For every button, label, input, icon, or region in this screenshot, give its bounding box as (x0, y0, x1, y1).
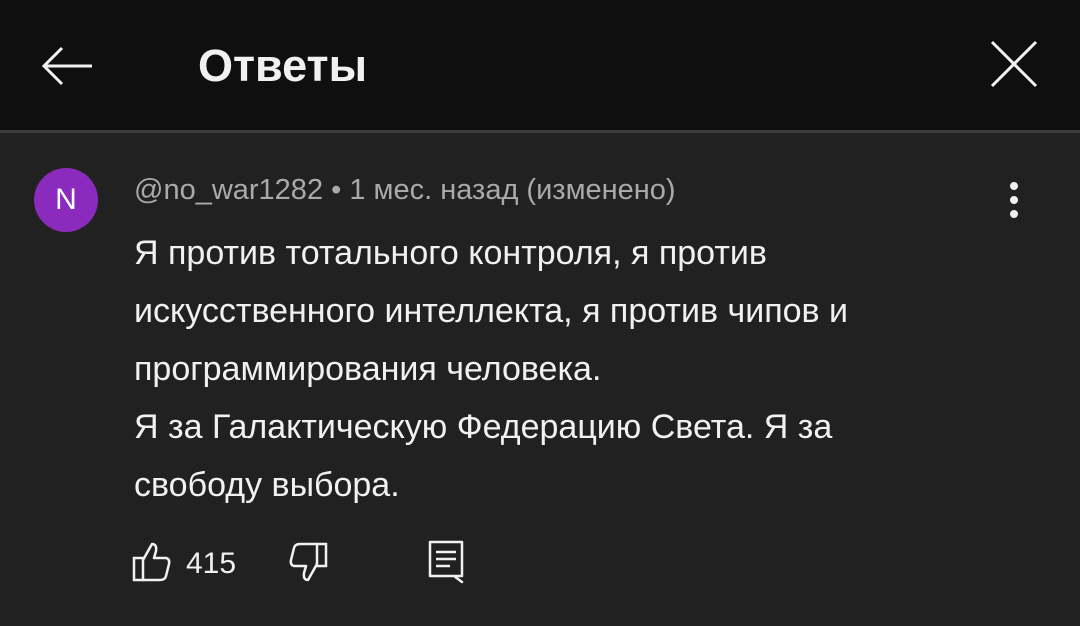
reply-button[interactable] (424, 536, 468, 586)
dislike-button[interactable] (286, 538, 330, 586)
more-options-button[interactable] (994, 176, 1034, 224)
comment-line: программирования человека. (134, 350, 602, 388)
comment-icon (428, 540, 464, 584)
comment-line: искусственного интеллекта, я против чипо… (134, 292, 849, 330)
app-header (0, 0, 1080, 130)
comment-text: Я против тотального контроля, я против и… (134, 224, 1014, 514)
close-icon (990, 40, 1038, 88)
close-button[interactable] (982, 32, 1046, 96)
like-count: 415 (186, 547, 237, 580)
comment-line: Я против тотального контроля, я против (134, 234, 767, 272)
comment-meta[interactable]: @no_war1282 • 1 мес. назад (изменено) (134, 170, 676, 210)
comment-line: свободу выбора. (134, 466, 400, 504)
like-button[interactable] (130, 538, 174, 586)
avatar[interactable]: N (34, 168, 98, 232)
comment-line: Я за Галактическую Федерацию Света. Я за (134, 408, 833, 446)
page-title: Ответы (198, 40, 368, 91)
thumbs-up-icon (132, 542, 171, 582)
thumbs-down-icon (289, 542, 328, 582)
arrow-left-icon (41, 46, 92, 86)
more-vertical-icon (1010, 182, 1018, 218)
back-button[interactable] (36, 36, 100, 96)
